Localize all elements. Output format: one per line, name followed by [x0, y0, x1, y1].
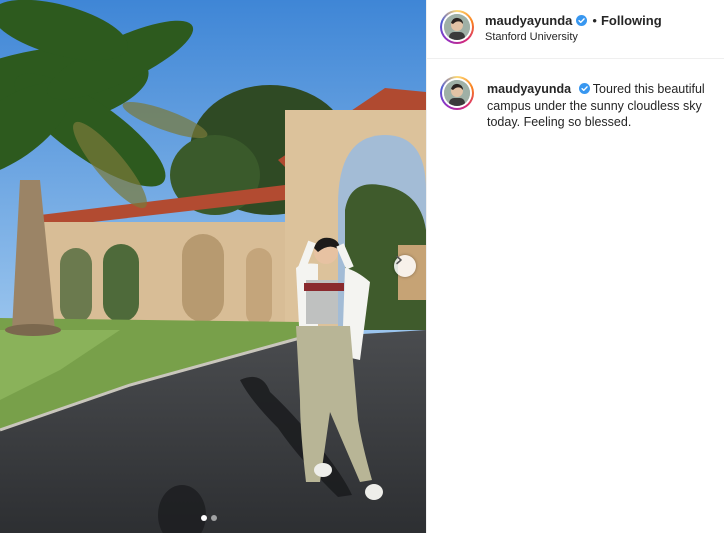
post-header: maudyayunda • Following Stanford Univers…: [427, 0, 724, 59]
post-details-panel: maudyayunda • Following Stanford Univers…: [426, 0, 724, 533]
separator-dot: •: [592, 13, 597, 28]
location-link[interactable]: Stanford University: [485, 31, 662, 43]
avatar[interactable]: [440, 10, 474, 44]
chevron-right-icon: [396, 255, 402, 265]
post-photo[interactable]: [0, 0, 426, 533]
profile-photo: [444, 14, 470, 40]
following-button[interactable]: Following: [601, 13, 662, 28]
carousel-dot: [211, 515, 217, 521]
caption-avatar[interactable]: [440, 76, 474, 110]
instagram-post: maudyayunda • Following Stanford Univers…: [0, 0, 724, 533]
caption-username-link[interactable]: maudyayunda: [487, 82, 571, 96]
carousel-dot-active: [201, 515, 207, 521]
username-link[interactable]: maudyayunda: [485, 13, 572, 28]
verified-badge-icon: [578, 83, 590, 94]
carousel-indicator: [201, 515, 217, 521]
caption-text: maudyayunda Toured this beautiful campus…: [487, 81, 717, 131]
header-text: maudyayunda • Following Stanford Univers…: [485, 13, 662, 43]
verified-badge-icon: [576, 15, 588, 26]
carousel-next-button[interactable]: [394, 255, 416, 277]
profile-photo: [444, 80, 470, 106]
campus-photo-illustration: [0, 0, 426, 533]
